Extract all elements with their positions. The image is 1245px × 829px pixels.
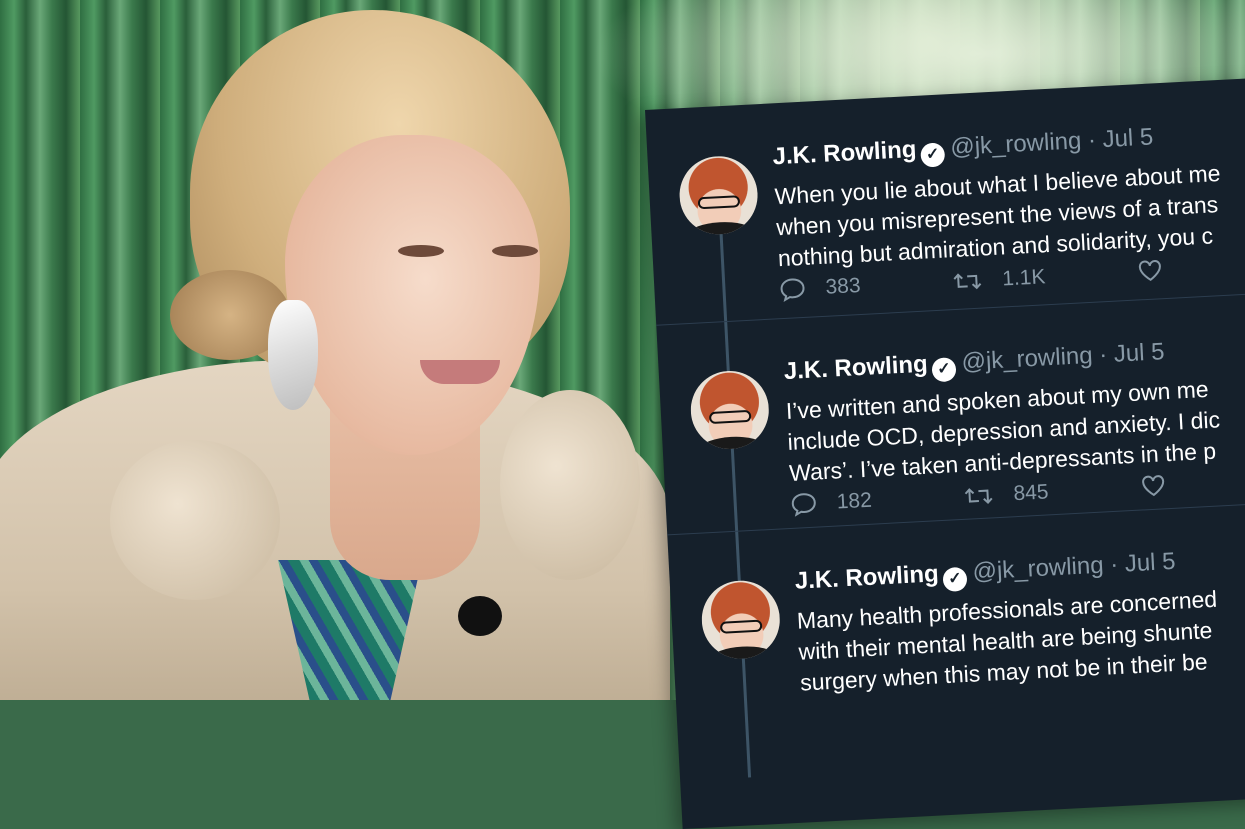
jacket-sleeve-right <box>500 390 640 580</box>
tweet-thread-screenshot: J.K. Rowling ✓ @jk_rowling · Jul 5 When yo… <box>645 73 1245 829</box>
avatar[interactable] <box>677 154 760 237</box>
verified-badge-icon: ✓ <box>920 142 946 168</box>
lapel-microphone <box>458 596 502 636</box>
reply-button[interactable]: 182 <box>790 489 872 517</box>
smile <box>420 360 500 384</box>
author-handle[interactable]: @jk_rowling <box>961 342 1093 376</box>
heart-icon <box>1141 475 1164 497</box>
tweet-date[interactable]: · Jul 5 <box>1087 123 1154 153</box>
reply-icon <box>791 493 816 517</box>
heart-icon <box>1138 260 1161 281</box>
author-handle[interactable]: @jk_rowling <box>950 127 1082 161</box>
like-button[interactable] <box>1136 257 1183 283</box>
tweet[interactable]: J.K. Rowling ✓ @jk_rowling · Jul 5 Many he… <box>667 498 1245 739</box>
avatar-glasses <box>708 409 752 425</box>
retweet-button[interactable]: 1.1K <box>952 265 1046 294</box>
retweet-count: 845 <box>1012 480 1050 506</box>
left-eye <box>398 245 444 257</box>
tweet[interactable]: J.K. Rowling ✓ @jk_rowling · Jul 5 I’ve wr… <box>656 289 1245 530</box>
reply-icon <box>780 278 805 303</box>
earring <box>268 300 318 410</box>
author-name[interactable]: J.K. Rowling <box>772 136 917 170</box>
woman-portrait <box>0 0 700 700</box>
retweet-icon <box>953 273 982 290</box>
right-eye <box>492 245 538 257</box>
avatar-shirt <box>689 220 752 237</box>
avatar-glasses <box>697 195 741 210</box>
tweet[interactable]: J.K. Rowling ✓ @jk_rowling · Jul 5 When yo… <box>645 74 1245 315</box>
jacket-sleeve-left <box>110 440 280 600</box>
author-name[interactable]: J.K. Rowling <box>794 560 939 594</box>
avatar-glasses <box>719 619 763 634</box>
avatar[interactable] <box>699 578 782 661</box>
avatar-shirt <box>700 435 764 451</box>
retweet-count: 1.1K <box>1001 265 1046 291</box>
avatar[interactable] <box>688 368 771 451</box>
like-button[interactable] <box>1140 472 1187 498</box>
retweet-button[interactable]: 845 <box>963 480 1049 508</box>
verified-badge-icon: ✓ <box>942 566 968 593</box>
reply-count: 383 <box>824 273 862 299</box>
tweet-date[interactable]: · Jul 5 <box>1109 548 1176 578</box>
author-handle[interactable]: @jk_rowling <box>972 552 1104 586</box>
reply-count: 182 <box>836 488 873 514</box>
tweet-date[interactable]: · Jul 5 <box>1098 338 1165 368</box>
reply-button[interactable]: 383 <box>779 273 862 303</box>
avatar-shirt <box>711 645 775 661</box>
retweet-icon <box>964 488 993 505</box>
author-name[interactable]: J.K. Rowling <box>783 351 928 385</box>
verified-badge-icon: ✓ <box>931 357 957 383</box>
